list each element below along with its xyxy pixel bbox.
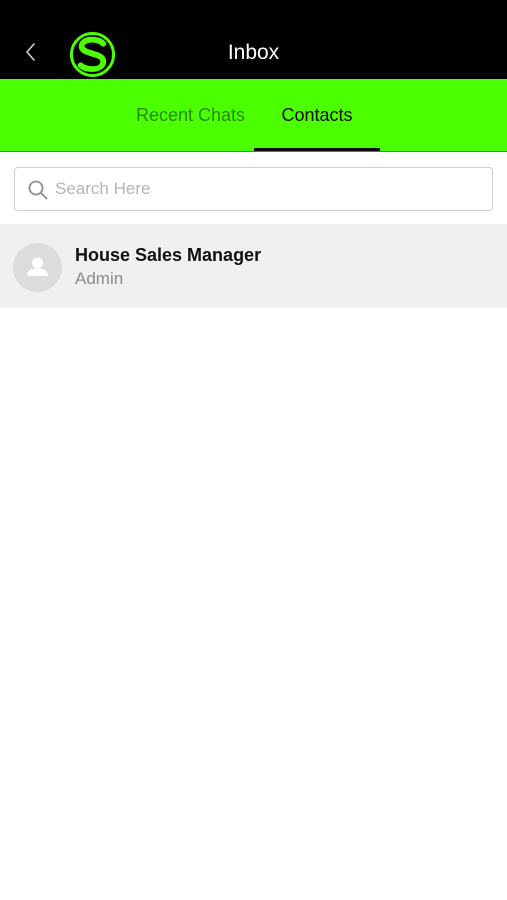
tab-recent-chats[interactable]: Recent Chats xyxy=(127,79,254,151)
tab-bar: Recent Chats Contacts xyxy=(0,79,507,152)
search-icon xyxy=(28,180,48,200)
tab-contacts[interactable]: Contacts xyxy=(254,79,380,151)
search-box xyxy=(14,167,493,211)
active-tab-indicator xyxy=(254,148,380,151)
avatar xyxy=(13,243,62,292)
search-input[interactable] xyxy=(55,168,475,209)
top-bar: Inbox xyxy=(0,0,507,79)
contact-row[interactable]: House Sales Manager Admin xyxy=(0,224,507,308)
page-title: Inbox xyxy=(227,41,280,64)
app-screen: Inbox Recent Chats Contacts House Sales … xyxy=(0,0,507,900)
contact-role: Admin xyxy=(75,269,124,288)
contact-name: House Sales Manager xyxy=(75,245,262,265)
person-icon xyxy=(27,257,48,276)
